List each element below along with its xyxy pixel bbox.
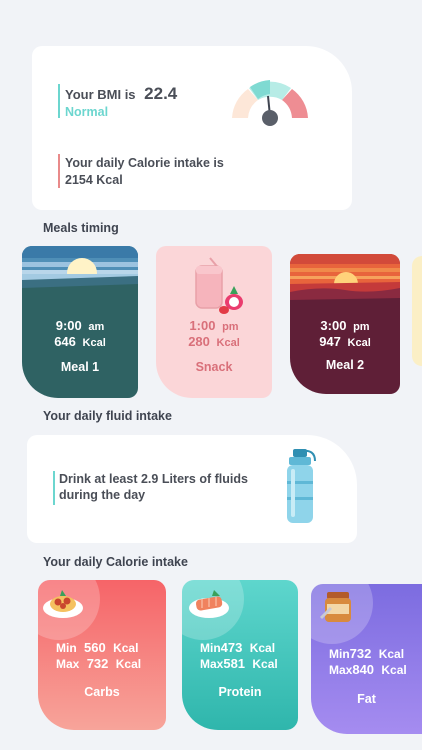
max-label: Max	[200, 657, 224, 671]
bmi-card: Your BMI is 22.4 Normal Your daily Calor…	[32, 46, 352, 210]
calorie-intake-title: Your daily Calorie intake	[43, 555, 188, 569]
unit: Kcal	[381, 663, 407, 677]
macro-name: Fat	[357, 692, 376, 706]
unit: Kcal	[378, 647, 405, 661]
meal-time: 3:00	[320, 318, 347, 333]
max-label: Max	[56, 657, 80, 671]
bmi-status: Normal	[65, 105, 109, 119]
min-label: Min	[56, 641, 77, 655]
meal-kcal: 947	[319, 334, 341, 349]
fluid-card: Drink at least 2.9 Liters of fluids duri…	[27, 435, 357, 543]
bmi-gauge-icon	[232, 80, 308, 126]
calorie-line2: 2154 Kcal	[65, 173, 123, 187]
meal-card-snack[interactable]: 1:00 pm 280 Kcal Snack	[156, 246, 272, 398]
sunrise-sea-icon	[22, 246, 138, 326]
pasta-icon	[43, 590, 83, 618]
calorie-card-fat[interactable]: Min732 Kcal Max840 Kcal Fat	[311, 584, 422, 734]
salmon-icon	[189, 590, 229, 618]
fluid-line1: Drink at least 2.9 Liters of fluids	[59, 472, 248, 486]
meal-unit: Kcal	[347, 337, 371, 349]
meal-card-2[interactable]: 3:00 pm 947 Kcal Meal 2	[290, 254, 400, 394]
meal-time: 1:00	[189, 318, 216, 333]
meal-name: Meal 1	[60, 360, 100, 374]
min-label: Min	[329, 647, 350, 661]
meal-kcal: 646	[54, 334, 76, 349]
sunset-icon	[290, 254, 400, 314]
calorie-line1: Your daily Calorie intake is	[65, 156, 224, 170]
meal-name: Snack	[195, 360, 233, 374]
calorie-card-protein[interactable]: Min473 Kcal Max581 Kcal Protein	[182, 580, 298, 730]
meals-timing-title: Meals timing	[43, 221, 119, 235]
meal-name: Meal 2	[325, 358, 365, 372]
unit: Kcal	[113, 641, 139, 655]
meal-unit: Kcal	[216, 337, 240, 349]
bmi-label: Your BMI is	[65, 87, 136, 102]
max-label: Max	[329, 663, 353, 677]
min-label: Min	[200, 641, 221, 655]
macro-name: Carbs	[84, 685, 120, 699]
meal-card-next[interactable]	[412, 256, 422, 366]
meal-card-1[interactable]: 9:00 am 646 Kcal Meal 1	[22, 246, 138, 398]
max-value: 732	[86, 656, 109, 671]
min-value: 560	[84, 640, 106, 655]
min-value: 732	[349, 646, 372, 661]
macro-name: Protein	[218, 685, 262, 699]
min-value: 473	[220, 640, 243, 655]
smoothie-icon	[195, 257, 243, 314]
fluid-accent-bar	[53, 471, 55, 505]
meal-kcal: 280	[188, 334, 210, 349]
meal-time: 9:00	[55, 318, 82, 333]
calorie-card-carbs[interactable]: Min 560 Kcal Max 732 Kcal Carbs	[38, 580, 166, 730]
meal-ampm: pm	[222, 321, 239, 333]
meal-unit: Kcal	[82, 337, 106, 349]
peanut-butter-icon	[319, 592, 351, 622]
bmi-value: 22.4	[144, 84, 178, 103]
unit: Kcal	[252, 657, 278, 671]
meal-ampm: am	[88, 321, 105, 333]
meal-ampm: pm	[353, 321, 370, 333]
fluid-line2: during the day	[59, 488, 146, 502]
water-bottle-icon	[287, 449, 316, 523]
unit: Kcal	[115, 657, 142, 671]
bmi-accent-bar	[58, 84, 60, 118]
fluid-title: Your daily fluid intake	[43, 409, 172, 423]
max-value: 581	[223, 656, 246, 671]
max-value: 840	[352, 662, 375, 677]
calorie-accent-bar	[58, 154, 60, 188]
unit: Kcal	[249, 641, 276, 655]
